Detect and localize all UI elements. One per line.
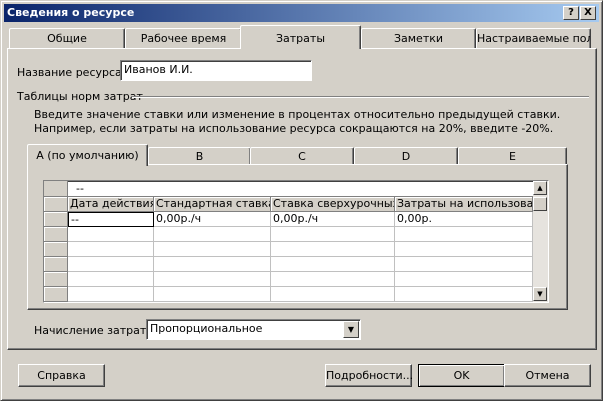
scroll-up-icon[interactable]: ▲: [533, 181, 547, 195]
cancel-button[interactable]: Отмена: [504, 364, 591, 387]
empty-cell[interactable]: [154, 242, 271, 257]
empty-cell[interactable]: [395, 227, 533, 242]
empty-cell[interactable]: [271, 257, 395, 272]
details-button[interactable]: Подробности...: [325, 364, 413, 387]
accrual-value: Пропорциональное: [150, 322, 263, 335]
empty-cell[interactable]: [395, 242, 533, 257]
accrual-select[interactable]: Пропорциональное ▼: [146, 319, 361, 340]
group-divider: [132, 96, 589, 98]
tab-rate-a[interactable]: A (по умолчанию): [27, 144, 148, 166]
cell-standard-rate[interactable]: 0,00р./ч: [154, 212, 271, 227]
cell-effective-date[interactable]: --: [68, 212, 154, 227]
costs-panel: Название ресурса: Иванов И.И. Таблицы но…: [7, 48, 597, 350]
window-title: Сведения о ресурсе: [7, 6, 135, 19]
vertical-scrollbar[interactable]: ▲ ▼: [533, 181, 548, 302]
title-bar[interactable]: Сведения о ресурсе ? X: [4, 4, 599, 22]
empty-cell[interactable]: [271, 272, 395, 287]
row-header[interactable]: [44, 287, 68, 302]
tab-notes[interactable]: Заметки: [361, 28, 476, 49]
empty-cell[interactable]: [271, 242, 395, 257]
close-icon[interactable]: X: [580, 6, 596, 20]
tab-costs[interactable]: Затраты: [240, 25, 361, 49]
rate-tables-group-label: Таблицы норм затрат: [17, 90, 143, 103]
empty-cell[interactable]: [395, 272, 533, 287]
empty-cell[interactable]: [154, 227, 271, 242]
empty-cell[interactable]: [271, 287, 395, 302]
row-header[interactable]: [44, 212, 68, 227]
scroll-down-icon[interactable]: ▼: [533, 287, 547, 301]
empty-cell[interactable]: [154, 287, 271, 302]
tab-custom-fields[interactable]: Настраиваемые поля: [476, 28, 591, 49]
empty-cell[interactable]: [68, 242, 154, 257]
empty-cell[interactable]: [395, 257, 533, 272]
rate-tables-hint: Введите значение ставки или изменение в …: [34, 108, 561, 135]
row-header[interactable]: [44, 242, 68, 257]
tab-working-time[interactable]: Рабочее время: [125, 28, 242, 49]
col-header-standard-rate[interactable]: Стандартная ставка: [154, 197, 271, 212]
col-header-effective-date[interactable]: Дата действия: [68, 197, 154, 212]
ok-button[interactable]: OK: [418, 364, 505, 387]
col-header-overtime-rate[interactable]: Ставка сверхурочных: [271, 197, 395, 212]
resource-name-field[interactable]: Иванов И.И.: [120, 60, 312, 81]
empty-cell[interactable]: [271, 227, 395, 242]
empty-cell[interactable]: [154, 272, 271, 287]
scroll-thumb[interactable]: [533, 197, 547, 211]
edit-bar[interactable]: --: [68, 181, 533, 197]
accrual-label: Начисление затрат:: [34, 324, 150, 337]
empty-cell[interactable]: [68, 257, 154, 272]
rate-grid[interactable]: -- Дата действия Стандартная ставка Став…: [43, 180, 549, 303]
resource-name-label: Название ресурса:: [17, 66, 126, 79]
empty-cell[interactable]: [68, 227, 154, 242]
row-header[interactable]: [44, 227, 68, 242]
cell-overtime-rate[interactable]: 0,00р./ч: [271, 212, 395, 227]
edit-bar-corner: [44, 181, 68, 197]
chevron-down-icon[interactable]: ▼: [343, 321, 359, 338]
resource-info-dialog: Сведения о ресурсе ? X Общие Рабочее вре…: [0, 0, 603, 401]
empty-cell[interactable]: [68, 287, 154, 302]
row-header[interactable]: [44, 257, 68, 272]
empty-cell[interactable]: [154, 257, 271, 272]
cell-per-use-cost[interactable]: 0,00р.: [395, 212, 533, 227]
empty-cell[interactable]: [395, 287, 533, 302]
help-button[interactable]: Справка: [18, 364, 105, 387]
empty-cell[interactable]: [68, 272, 154, 287]
col-header-per-use-cost[interactable]: Затраты на использование: [395, 197, 533, 212]
tab-general[interactable]: Общие: [9, 28, 125, 49]
grid-corner: [44, 197, 68, 212]
rate-table-panel: -- Дата действия Стандартная ставка Став…: [27, 164, 568, 310]
help-icon[interactable]: ?: [563, 6, 579, 20]
row-header[interactable]: [44, 272, 68, 287]
